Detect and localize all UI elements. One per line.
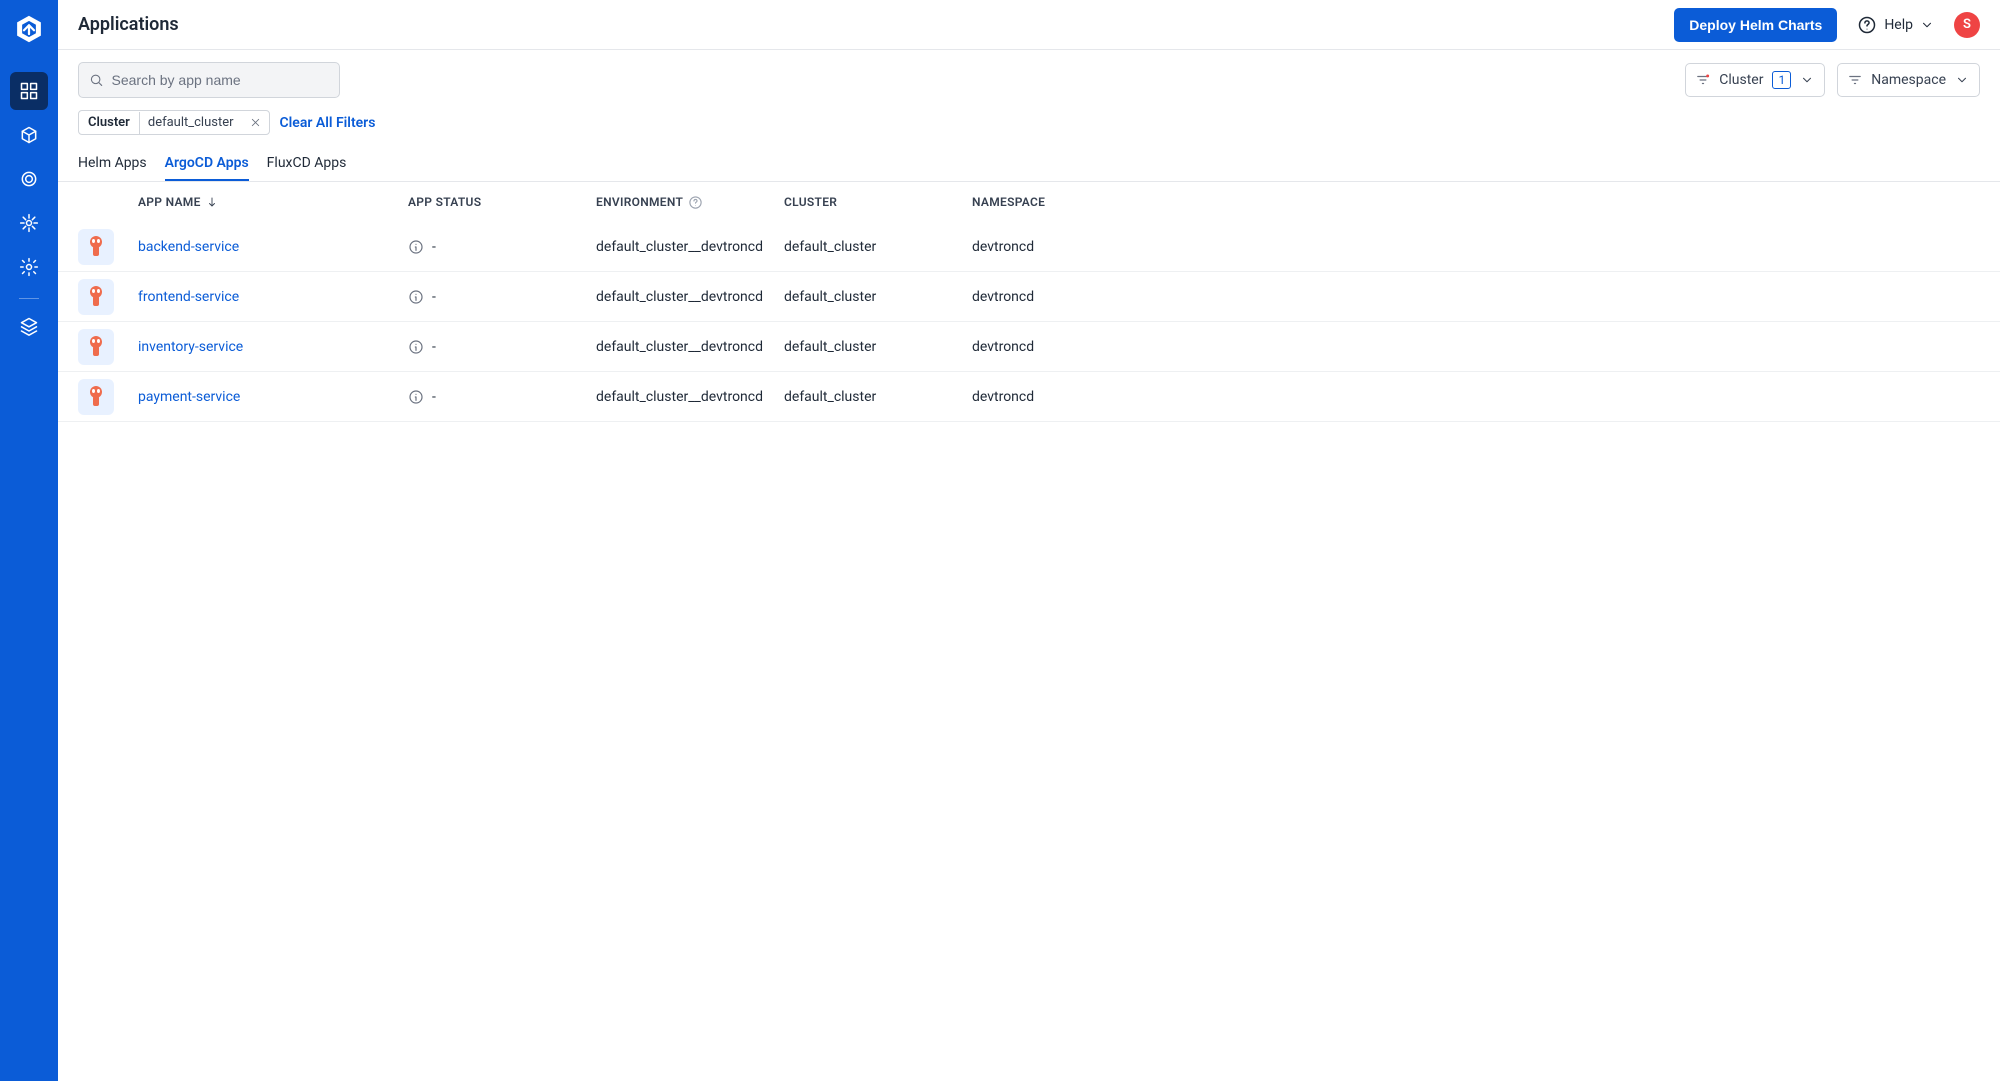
app-type-tabs: Helm Apps ArgoCD Apps FluxCD Apps [58, 147, 2000, 182]
env-cell: default_cluster__devtroncd [596, 239, 784, 255]
help-icon [688, 195, 703, 210]
argo-icon [78, 229, 114, 265]
search-icon [89, 72, 104, 88]
nav-resource-browser[interactable] [10, 160, 48, 198]
status-cell: - [408, 389, 596, 405]
logo[interactable] [12, 12, 46, 46]
table-header: APP NAME APP STATUS ENVIRONMENT CLUSTER … [58, 182, 2000, 222]
info-icon [408, 289, 424, 305]
namespace-cell: devtroncd [972, 339, 1160, 355]
nav-charts[interactable] [10, 116, 48, 154]
argo-icon [78, 279, 114, 315]
devtron-logo-icon [14, 14, 44, 44]
nav-applications[interactable] [10, 72, 48, 110]
help-menu[interactable]: Help [1857, 15, 1934, 35]
help-icon [1857, 15, 1877, 35]
namespace-cell: devtroncd [972, 239, 1160, 255]
chevron-down-icon [1800, 73, 1814, 87]
filter-icon [1848, 73, 1862, 87]
app-link[interactable]: payment-service [138, 389, 408, 405]
info-icon [408, 339, 424, 355]
chip-remove[interactable] [242, 117, 269, 128]
app-link[interactable]: backend-service [138, 239, 408, 255]
cluster-filter-count: 1 [1772, 71, 1791, 89]
namespace-filter[interactable]: Namespace [1837, 63, 1980, 97]
chip-value: default_cluster [140, 111, 242, 134]
namespace-filter-label: Namespace [1871, 72, 1946, 88]
cluster-filter-label: Cluster [1719, 72, 1763, 88]
target-icon [19, 169, 39, 189]
search-box[interactable] [78, 62, 340, 98]
layers-icon [19, 316, 39, 336]
filter-chips: Cluster default_cluster Clear All Filter… [58, 98, 2000, 135]
search-input[interactable] [112, 72, 330, 88]
col-app-status[interactable]: APP STATUS [408, 195, 596, 209]
col-cluster[interactable]: CLUSTER [784, 195, 972, 209]
namespace-cell: devtroncd [972, 289, 1160, 305]
namespace-cell: devtroncd [972, 389, 1160, 405]
help-label: Help [1884, 17, 1913, 33]
cluster-chip: Cluster default_cluster [78, 110, 270, 135]
col-environment[interactable]: ENVIRONMENT [596, 195, 784, 210]
env-cell: default_cluster__devtroncd [596, 289, 784, 305]
gear-icon [19, 257, 39, 277]
cluster-filter[interactable]: Cluster 1 [1685, 63, 1825, 97]
info-icon [408, 239, 424, 255]
nav-clusters[interactable] [10, 204, 48, 242]
header: Applications Deploy Helm Charts Help S [58, 0, 2000, 50]
app-link[interactable]: frontend-service [138, 289, 408, 305]
table-row[interactable]: payment-service - default_cluster__devtr… [58, 372, 2000, 422]
chevron-down-icon [1955, 73, 1969, 87]
cluster-cell: default_cluster [784, 389, 972, 405]
cube-icon [19, 125, 39, 145]
tab-argocd-apps[interactable]: ArgoCD Apps [165, 147, 249, 181]
toolbar: Cluster 1 Namespace [58, 50, 2000, 98]
helm-icon [19, 213, 39, 233]
filter-icon [1696, 73, 1710, 87]
deploy-helm-button[interactable]: Deploy Helm Charts [1674, 8, 1837, 42]
cluster-cell: default_cluster [784, 289, 972, 305]
table-row[interactable]: inventory-service - default_cluster__dev… [58, 322, 2000, 372]
main: Applications Deploy Helm Charts Help S [58, 0, 2000, 1081]
env-cell: default_cluster__devtroncd [596, 339, 784, 355]
table-row[interactable]: frontend-service - default_cluster__devt… [58, 272, 2000, 322]
table-row[interactable]: backend-service - default_cluster__devtr… [58, 222, 2000, 272]
col-namespace[interactable]: NAMESPACE [972, 195, 1160, 209]
chevron-down-icon [1920, 18, 1934, 32]
avatar[interactable]: S [1954, 12, 1980, 38]
env-cell: default_cluster__devtroncd [596, 389, 784, 405]
tab-fluxcd-apps[interactable]: FluxCD Apps [267, 147, 347, 181]
close-icon [250, 117, 261, 128]
sidebar [0, 0, 58, 1081]
page-title: Applications [78, 14, 179, 35]
sidebar-divider [19, 298, 39, 299]
app-link[interactable]: inventory-service [138, 339, 408, 355]
sort-asc-icon [206, 196, 218, 208]
argo-icon [78, 379, 114, 415]
col-app-name[interactable]: APP NAME [138, 195, 408, 209]
status-cell: - [408, 339, 596, 355]
tab-helm-apps[interactable]: Helm Apps [78, 147, 147, 181]
argo-icon [78, 329, 114, 365]
cluster-cell: default_cluster [784, 239, 972, 255]
nav-stack[interactable] [10, 307, 48, 345]
cluster-cell: default_cluster [784, 339, 972, 355]
status-cell: - [408, 289, 596, 305]
status-cell: - [408, 239, 596, 255]
nav-global-config[interactable] [10, 248, 48, 286]
info-icon [408, 389, 424, 405]
grid-icon [19, 81, 39, 101]
chip-key: Cluster [79, 111, 139, 134]
apps-table: APP NAME APP STATUS ENVIRONMENT CLUSTER … [58, 182, 2000, 422]
clear-filters-link[interactable]: Clear All Filters [280, 115, 376, 131]
